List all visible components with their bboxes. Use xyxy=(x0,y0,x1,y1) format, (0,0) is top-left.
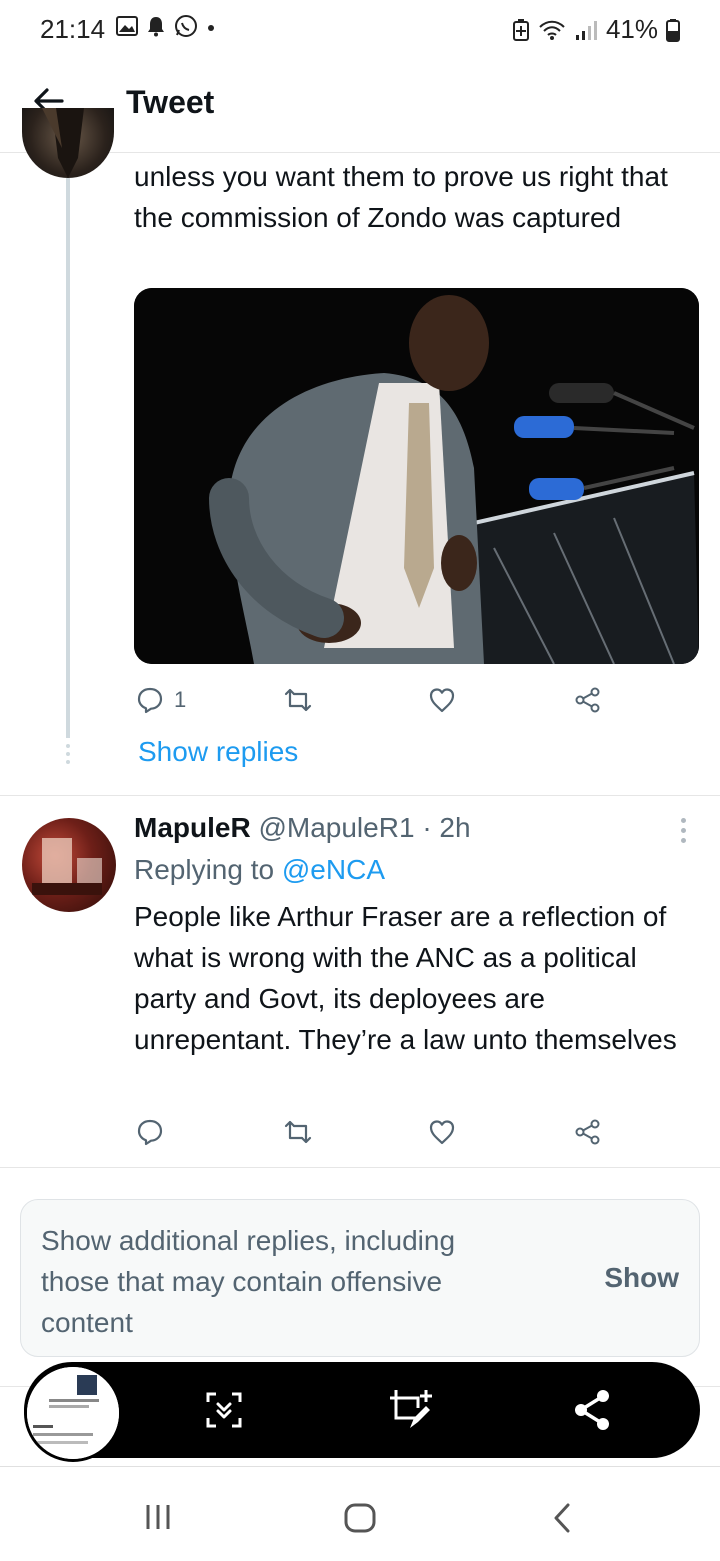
navigation-bar xyxy=(0,1466,720,1561)
status-right-icons: 41% xyxy=(512,14,680,45)
divider xyxy=(0,1167,720,1168)
like-action[interactable] xyxy=(428,1118,456,1146)
status-time: 21:14 xyxy=(40,14,106,44)
share-action[interactable] xyxy=(574,1118,602,1146)
more-options-icon[interactable] xyxy=(681,818,686,843)
replying-label: Replying to xyxy=(134,854,275,885)
signal-icon xyxy=(574,19,598,41)
status-bar: 21:14 41% xyxy=(0,0,720,58)
replying-to: Replying to @eNCA xyxy=(134,854,385,886)
notification-bell-icon xyxy=(146,15,166,37)
crop-edit-icon[interactable] xyxy=(388,1388,432,1432)
battery-percent: 41% xyxy=(605,14,658,44)
divider xyxy=(0,795,720,796)
tweet-text: unless you want them to prove us right t… xyxy=(134,161,668,233)
show-button[interactable]: Show xyxy=(604,1262,679,1294)
replying-mention[interactable]: @eNCA xyxy=(282,854,385,885)
wifi-icon xyxy=(538,19,566,41)
reply-action[interactable] xyxy=(136,1118,164,1146)
battery-saver-icon xyxy=(512,18,530,42)
battery-icon xyxy=(666,18,680,42)
heart-icon xyxy=(428,686,456,714)
back-nav-icon[interactable] xyxy=(550,1503,574,1533)
share-action[interactable] xyxy=(574,686,602,714)
page-title: Tweet xyxy=(126,84,215,120)
share-icon xyxy=(574,686,602,714)
avatar[interactable] xyxy=(22,818,116,912)
dot-icon xyxy=(206,14,216,38)
tweet-author: MapuleR @MapuleR1 · 2h xyxy=(134,812,471,844)
heart-icon xyxy=(428,1118,456,1146)
tweet-time: · 2h xyxy=(422,812,471,843)
recent-apps-icon[interactable] xyxy=(144,1503,172,1531)
home-icon[interactable] xyxy=(344,1503,376,1533)
reply-icon xyxy=(136,686,164,714)
avatar[interactable] xyxy=(22,108,114,178)
scroll-capture-icon[interactable] xyxy=(204,1390,244,1430)
tweet-photo[interactable] xyxy=(134,288,699,664)
retweet-icon xyxy=(283,1118,313,1146)
retweet-action[interactable] xyxy=(283,686,313,714)
screenshot-toolbar xyxy=(24,1362,700,1458)
author-name[interactable]: MapuleR xyxy=(134,812,251,843)
retweet-action[interactable] xyxy=(283,1118,313,1146)
show-replies-link[interactable]: Show replies xyxy=(138,736,298,768)
share-icon[interactable] xyxy=(572,1388,612,1432)
thread-dots xyxy=(66,744,70,764)
status-left-icons xyxy=(116,14,216,38)
reply-count: 1 xyxy=(174,687,187,712)
author-handle[interactable]: @MapuleR1 xyxy=(258,812,414,843)
reply-icon xyxy=(136,1118,164,1146)
screenshot-thumbnail[interactable] xyxy=(24,1364,122,1462)
additional-replies-box: Show additional replies, including those… xyxy=(20,1199,700,1357)
whatsapp-icon xyxy=(174,14,198,38)
tweet-text: People like Arthur Fraser are a reflecti… xyxy=(134,901,677,1055)
thread-line xyxy=(66,178,70,738)
additional-replies-message: Show additional replies, including those… xyxy=(41,1225,456,1338)
share-icon xyxy=(574,1118,602,1146)
gallery-icon xyxy=(116,16,138,36)
retweet-icon xyxy=(283,686,313,714)
like-action[interactable] xyxy=(428,686,456,714)
reply-action[interactable]: 1 xyxy=(136,686,186,714)
